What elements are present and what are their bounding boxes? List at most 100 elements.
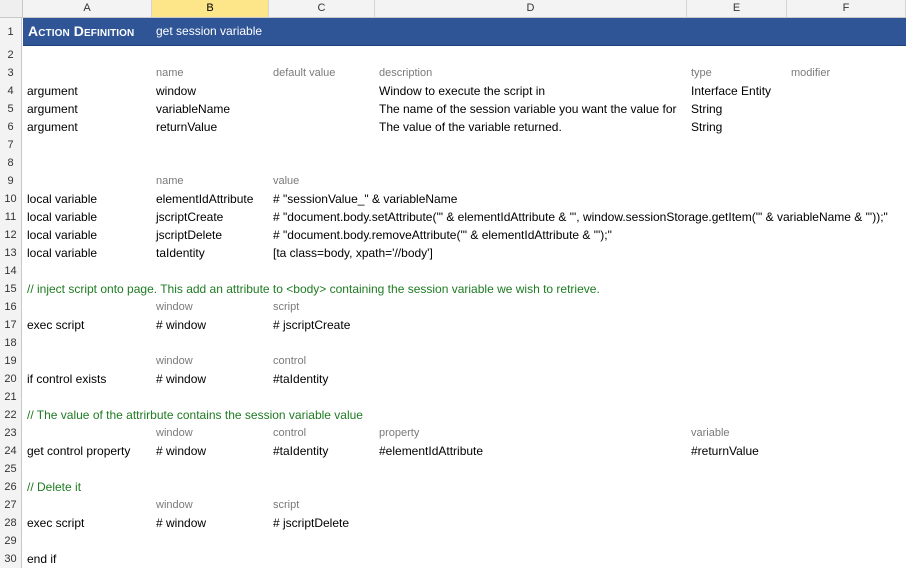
cell-d24[interactable]: #elementIdAttribute [375,442,483,460]
row-header[interactable]: 23 [0,424,22,442]
row-header[interactable]: 10 [0,190,22,208]
cell-e4[interactable]: Interface Entity [687,82,771,100]
header-cell-b16[interactable]: window [152,298,193,316]
cell-e24[interactable]: #returnValue [687,442,759,460]
comment-cell-a15[interactable]: // inject script onto page. This add an … [23,280,600,298]
row-header[interactable]: 8 [0,154,22,172]
header-cell-c3[interactable]: default value [269,64,335,82]
header-cell-b19[interactable]: window [152,352,193,370]
header-cell-c23[interactable]: control [269,424,306,442]
cell-d6[interactable]: The value of the variable returned. [375,118,562,136]
cell-c13[interactable]: [ta class=body, xpath='//body'] [269,244,433,262]
sheet-row: local variable jscriptDelete # "document.b… [23,226,906,244]
cell-a6[interactable]: argument [23,118,78,136]
header-cell-f3[interactable]: modifier [787,64,830,82]
cell-c10[interactable]: # "sessionValue_" & variableName [269,190,457,208]
row-header[interactable]: 13 [0,244,22,262]
cell-b12[interactable]: jscriptDelete [152,226,222,244]
cell-b4[interactable]: window [152,82,196,100]
row-header[interactable]: 9 [0,172,22,190]
cell-a13[interactable]: local variable [23,244,97,262]
cell-a17[interactable]: exec script [23,316,84,334]
cell-c12[interactable]: # "document.body.removeAttribute('" & el… [269,226,612,244]
cell-a4[interactable]: argument [23,82,78,100]
row-header[interactable]: 1 [0,18,22,46]
cell-d5[interactable]: The name of the session variable you wan… [375,100,677,118]
cell-b6[interactable]: returnValue [152,118,217,136]
action-definition-title-bar[interactable]: Action Definition get session variable [23,18,906,46]
row-header[interactable]: 26 [0,478,22,496]
row-header[interactable]: 15 [0,280,22,298]
cell-e5[interactable]: String [687,100,722,118]
row-header[interactable]: 6 [0,118,22,136]
cell-b13[interactable]: taIdentity [152,244,205,262]
row-header[interactable]: 28 [0,514,22,532]
row-header[interactable]: 5 [0,100,22,118]
row-header[interactable]: 25 [0,460,22,478]
cell-b17[interactable]: # window [152,316,206,334]
cell-b20[interactable]: # window [152,370,206,388]
cell-a24[interactable]: get control property [23,442,130,460]
cell-c11[interactable]: # "document.body.setAttribute('" & eleme… [269,208,888,226]
row-header[interactable]: 19 [0,352,22,370]
header-cell-c9[interactable]: value [269,172,299,190]
cell-b10[interactable]: elementIdAttribute [152,190,253,208]
cell-c20[interactable]: #taIdentity [269,370,328,388]
cell-b11[interactable]: jscriptCreate [152,208,223,226]
header-cell-d3[interactable]: description [375,64,432,82]
row-header[interactable]: 14 [0,262,22,280]
header-cell-e3[interactable]: type [687,64,712,82]
row-header[interactable]: 21 [0,388,22,406]
column-header-f[interactable]: F [787,0,906,17]
header-cell-b3[interactable]: name [152,64,184,82]
header-cell-e23[interactable]: variable [687,424,730,442]
cell-a28[interactable]: exec script [23,514,84,532]
comment-cell-a22[interactable]: // The value of the attrirbute contains … [23,406,363,424]
header-cell-c16[interactable]: script [269,298,299,316]
row-header[interactable]: 11 [0,208,22,226]
cell-a30[interactable]: end if [23,550,56,568]
cell-b24[interactable]: # window [152,442,206,460]
row-header[interactable]: 18 [0,334,22,352]
row-header[interactable]: 20 [0,370,22,388]
cell-a10[interactable]: local variable [23,190,97,208]
header-cell-d23[interactable]: property [375,424,419,442]
column-header-c[interactable]: C [269,0,375,17]
sheet-row: // Delete it [23,478,906,496]
row-header[interactable]: 4 [0,82,22,100]
cell-b28[interactable]: # window [152,514,206,532]
header-cell-b9[interactable]: name [152,172,184,190]
column-header-a[interactable]: A [23,0,152,17]
row-header[interactable]: 7 [0,136,22,154]
row-header[interactable]: 24 [0,442,22,460]
cell-b5[interactable]: variableName [152,100,230,118]
row-header[interactable]: 27 [0,496,22,514]
row-header[interactable]: 2 [0,46,22,64]
cell-d4[interactable]: Window to execute the script in [375,82,545,100]
row-header[interactable]: 12 [0,226,22,244]
column-header-d[interactable]: D [375,0,687,17]
cell-a5[interactable]: argument [23,100,78,118]
header-cell-c19[interactable]: control [269,352,306,370]
cell-a12[interactable]: local variable [23,226,97,244]
select-all-corner[interactable] [0,0,23,17]
header-cell-c27[interactable]: script [269,496,299,514]
cell-a20[interactable]: if control exists [23,370,106,388]
cell-c24[interactable]: #taIdentity [269,442,328,460]
header-cell-b23[interactable]: window [152,424,193,442]
cell-a11[interactable]: local variable [23,208,97,226]
cell-e6[interactable]: String [687,118,722,136]
sheet-row: name value [23,172,906,190]
comment-cell-a26[interactable]: // Delete it [23,478,81,496]
row-header[interactable]: 3 [0,64,22,82]
row-header[interactable]: 30 [0,550,22,568]
cell-c28[interactable]: # jscriptDelete [269,514,349,532]
column-header-b[interactable]: B [152,0,269,17]
row-header[interactable]: 16 [0,298,22,316]
row-header[interactable]: 22 [0,406,22,424]
row-header[interactable]: 29 [0,532,22,550]
cell-c17[interactable]: # jscriptCreate [269,316,350,334]
row-header[interactable]: 17 [0,316,22,334]
header-cell-b27[interactable]: window [152,496,193,514]
column-header-e[interactable]: E [687,0,787,17]
